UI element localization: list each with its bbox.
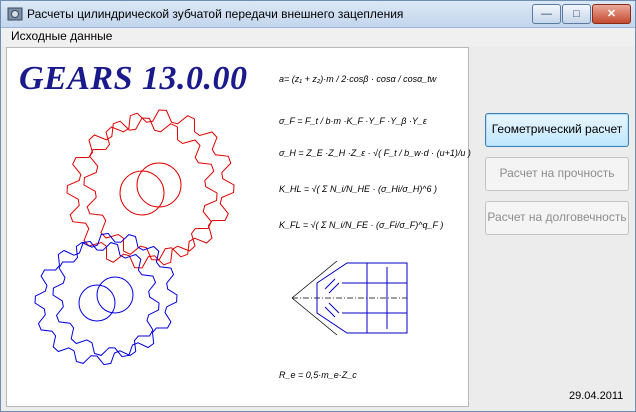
formula-sigma-f: σ_F = F_t / b·m ·K_F ·Y_F ·Y_β ·Y_ε	[279, 116, 427, 126]
gear-app-icon	[7, 7, 23, 21]
durability-calc-button[interactable]: Расчет на долговечность	[485, 201, 629, 235]
blue-gear	[34, 232, 178, 366]
formula-khl: K_HL = √( Σ N_i/N_HE · (σ_Hi/σ_H)^6 )	[279, 184, 438, 194]
strength-calc-button[interactable]: Расчет на прочность	[485, 157, 629, 191]
app-window: Расчеты цилиндрической зубчатой передачи…	[0, 0, 636, 412]
window-title: Расчеты цилиндрической зубчатой передачи…	[27, 7, 404, 21]
formula-kfl: K_FL = √( Σ N_i/N_FE · (σ_Fi/σ_F)^q_F )	[279, 220, 444, 230]
formula-re: R_e = 0,5·m_e·Z_c	[279, 370, 357, 380]
minimize-button[interactable]: —	[532, 4, 561, 24]
geometric-calc-button[interactable]: Геометрический расчет	[485, 113, 629, 147]
maximize-button[interactable]: □	[562, 4, 591, 24]
status-date: 29.04.2011	[569, 390, 624, 402]
formula-aw: a= (z₁ + z₂)·m / 2·cosβ · cosα / cosα_tw	[279, 74, 437, 84]
menu-bar: Исходные данные	[1, 28, 635, 46]
formula-sigma-h: σ_H = Z_E ·Z_H ·Z_ε · √( F_t / b_w·d · (…	[279, 148, 471, 158]
close-button[interactable]: ✕	[592, 4, 631, 24]
gears-illustration	[34, 109, 235, 366]
menu-item-input-data[interactable]: Исходные данные	[11, 29, 112, 43]
illustration-panel: GEARS 13.0.00 a= (z₁ + z₂)·m / 2·cosβ · …	[6, 47, 471, 407]
title-bar[interactable]: Расчеты цилиндрической зубчатой передачи…	[1, 1, 635, 28]
bevel-gear-drawing	[291, 260, 408, 336]
